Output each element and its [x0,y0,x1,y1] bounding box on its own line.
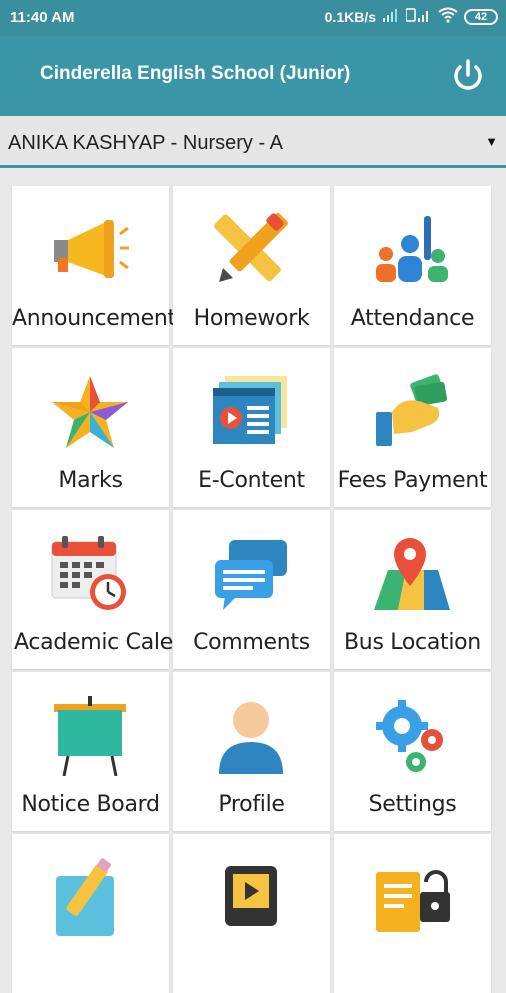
dropdown-arrow-icon: ▼ [485,134,498,149]
star-icon [50,372,130,452]
map-pin-icon [372,534,452,614]
battery-icon: 42 [464,8,498,25]
battery-level: 42 [474,10,488,23]
wifi-icon [438,7,458,26]
network-speed: 0.1KB/s [324,8,376,25]
chat-bubbles-icon [211,534,291,614]
tile-label: Bus Location [344,630,481,655]
signal-icon [382,7,400,26]
tile-video[interactable] [173,834,330,993]
tile-fees-payment[interactable]: Fees Payment [334,348,491,507]
tile-announcement[interactable]: Announcement [12,186,176,345]
tile-marks[interactable]: Marks [12,348,169,507]
tile-checklist[interactable] [334,834,491,993]
notice-board-icon [50,696,130,777]
tile-attendance[interactable]: Attendance [334,186,491,345]
tile-notice-board[interactable]: Notice Board [12,672,169,831]
people-raised-hand-icon [372,210,452,290]
tile-label: Profile [218,792,285,817]
tile-label: Attendance [350,306,475,331]
status-bar: 11:40 AM 0.1KB/s 42 [0,0,506,36]
tile-label: Notice Board [21,792,160,817]
volte-signal-icon [405,7,432,26]
student-selector[interactable]: ANIKA KASHYAP - Nursery - A ▼ [0,116,506,168]
tile-homework[interactable]: Homework [173,186,330,345]
megaphone-icon [50,210,130,290]
user-profile-icon [211,696,291,776]
tile-label: Homework [193,306,310,331]
tile-profile[interactable]: Profile [173,672,330,831]
tile-edit[interactable] [12,834,169,993]
tile-label: Announcement [12,306,176,331]
hand-money-icon [372,372,452,452]
gears-icon [372,696,452,776]
student-selector-value: ANIKA KASHYAP - Nursery - A [8,132,283,154]
tile-comments[interactable]: Comments [173,510,330,669]
tile-label: Settings [368,792,457,817]
tile-label: Fees Payment [337,468,488,493]
tile-label: Comments [193,630,310,655]
app-bar: Cinderella English School (Junior) [0,36,506,116]
tile-settings[interactable]: Settings [334,672,491,831]
video-player-icon [211,858,291,938]
power-icon[interactable] [448,56,488,96]
calendar-clock-icon [50,534,130,614]
status-time: 11:40 AM [10,9,75,26]
status-right: 0.1KB/s 42 [325,7,498,26]
app-title: Cinderella English School (Junior) [40,63,351,84]
tile-academic-calendar[interactable]: Academic Calendar [12,510,223,669]
video-content-icon [211,372,291,452]
pencil-ruler-icon [211,210,291,290]
tile-label: Marks [58,468,123,493]
edit-document-icon [50,858,130,938]
tile-label: E-Content [198,468,305,493]
checklist-lock-icon [372,858,452,938]
tile-e-content[interactable]: E-Content [173,348,330,507]
tile-label: Academic Calendar [14,630,223,655]
tile-bus-location[interactable]: Bus Location [334,510,491,669]
